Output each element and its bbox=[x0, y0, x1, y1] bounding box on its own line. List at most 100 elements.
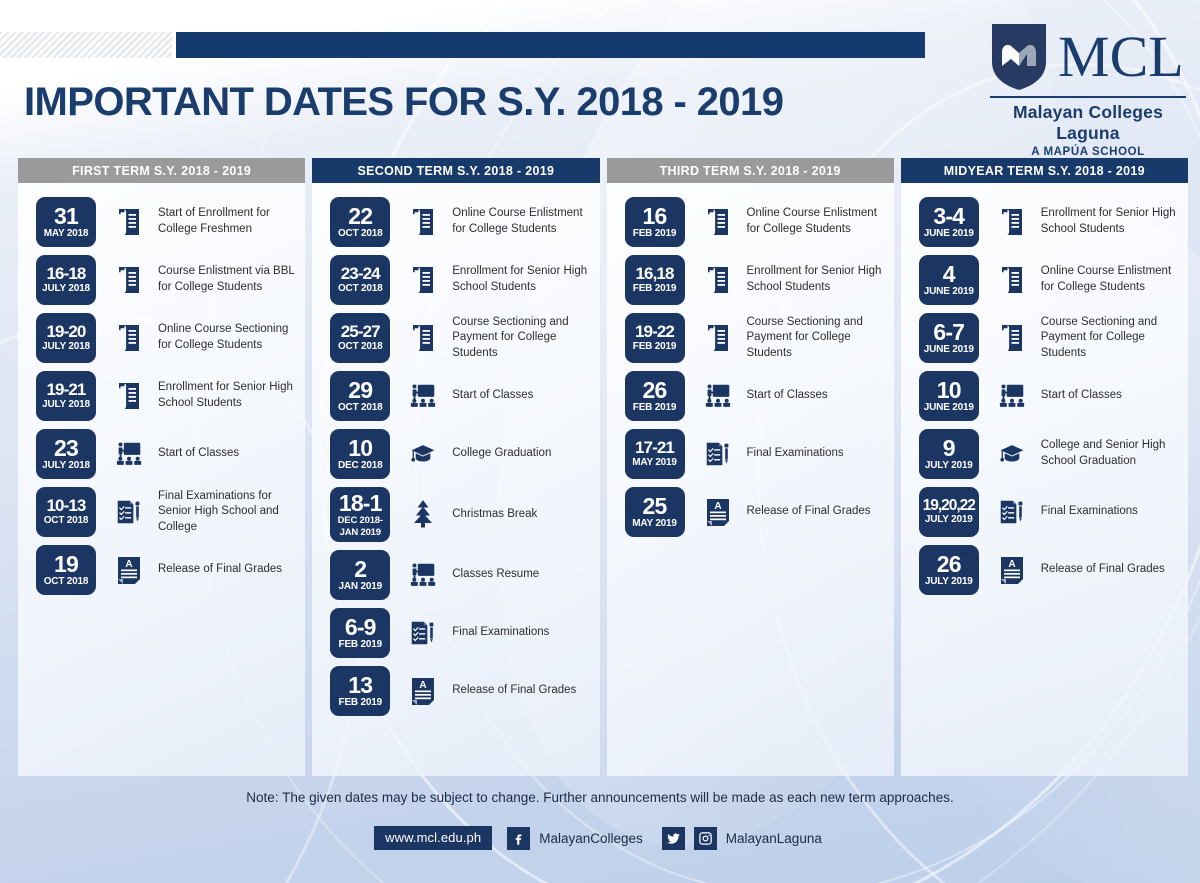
hatch-band bbox=[0, 32, 172, 58]
event-row: 19 OCT 2018 A Release of Final Grades bbox=[36, 545, 295, 595]
event-row: 23-24 OCT 2018 Enrollment for Senior High … bbox=[330, 255, 589, 305]
date-badge-month: FEB 2019 bbox=[632, 402, 677, 414]
date-badge: 16-18 JULY 2018 bbox=[36, 255, 96, 305]
event-row: 16,18 FEB 2019 Enrollment for Senior High … bbox=[624, 255, 884, 305]
date-badge-month: JUNE 2019 bbox=[923, 286, 974, 298]
date-badge: 19-21 JULY 2018 bbox=[36, 371, 96, 421]
date-badge: 26 JULY 2019 bbox=[918, 545, 979, 595]
event-row: 25 MAY 2019 A Release of Final Grades bbox=[624, 487, 884, 537]
event-row: 25-27 OCT 2018 Course Sectioning and Payme… bbox=[330, 313, 589, 363]
logo-divider bbox=[990, 96, 1186, 98]
scroll-icon bbox=[695, 207, 741, 237]
date-badge-day: 6-7 bbox=[933, 318, 965, 345]
twitter-icon[interactable] bbox=[661, 826, 685, 850]
term-column: FIRST TERM S.Y. 2018 - 2019 31 MAY 2018 Sta… bbox=[18, 158, 306, 776]
date-badge-month: JULY 2019 bbox=[924, 514, 973, 526]
event-description: Classes Resume bbox=[452, 568, 540, 581]
date-badge-month: JULY 2019 bbox=[924, 460, 973, 472]
event-description: Release of Final Grades bbox=[158, 563, 283, 576]
website-chip[interactable]: www.mcl.edu.ph bbox=[374, 826, 493, 850]
event-row: 29 OCT 2018 Start of Classes bbox=[330, 371, 589, 421]
event-description: Final Examinations bbox=[746, 447, 844, 460]
event-row: 9 JULY 2019 College and Senior High School… bbox=[918, 429, 1178, 479]
grades-icon: A bbox=[400, 676, 446, 706]
date-badge: 10 JUNE 2019 bbox=[918, 371, 979, 421]
tree-icon bbox=[400, 499, 446, 529]
date-badge-day: 10 bbox=[936, 376, 962, 403]
date-badge: 4 JUNE 2019 bbox=[918, 255, 979, 305]
term-column-header: SECOND TERM S.Y. 2018 - 2019 bbox=[312, 158, 600, 183]
date-badge-month: MAY 2019 bbox=[632, 456, 677, 468]
poster-canvas: MCL Malayan Colleges Laguna A MAPÚA SCHO… bbox=[0, 0, 1200, 883]
date-badge: 16 FEB 2019 bbox=[624, 197, 685, 247]
date-badge-day: 29 bbox=[348, 376, 373, 403]
graduation-icon bbox=[989, 439, 1035, 469]
date-badge-month: JULY 2018 bbox=[42, 398, 90, 410]
event-description: Start of Classes bbox=[158, 447, 240, 460]
instagram-icon[interactable] bbox=[693, 826, 717, 850]
grades-icon: A bbox=[695, 497, 741, 527]
date-badge-day: 19-22 bbox=[635, 322, 675, 342]
date-badge: 31 MAY 2018 bbox=[36, 197, 96, 247]
date-badge: 23 JULY 2018 bbox=[36, 429, 96, 479]
date-badge-day: 16-18 bbox=[46, 264, 87, 284]
date-badge-day: 26 bbox=[936, 550, 962, 577]
event-description: Enrollment for Senior High School Studen… bbox=[746, 265, 882, 293]
date-badge: 3-4 JUNE 2019 bbox=[918, 197, 979, 247]
date-badge-day: 31 bbox=[54, 202, 79, 229]
date-badge: 6-9 FEB 2019 bbox=[330, 607, 391, 658]
facebook-icon[interactable] bbox=[507, 826, 531, 850]
svg-text:A: A bbox=[420, 680, 427, 691]
social-bar: www.mcl.edu.ph MalayanColleges MalayanLa… bbox=[0, 826, 1200, 850]
event-row: 10 JUNE 2019 Start of Classes bbox=[918, 371, 1178, 421]
event-row: 17-21 MAY 2019 Final Examinations bbox=[624, 429, 884, 479]
event-description: Release of Final Grades bbox=[452, 684, 577, 697]
event-description: Online Course Sectioning for College Stu… bbox=[158, 323, 289, 351]
date-badge-day: 4 bbox=[942, 260, 956, 287]
term-column-header: THIRD TERM S.Y. 2018 - 2019 bbox=[606, 158, 894, 183]
event-description: Release of Final Grades bbox=[1040, 563, 1165, 576]
date-badge-month: JAN 2019 bbox=[338, 580, 383, 592]
event-description: Final Examinations bbox=[1040, 505, 1138, 518]
scroll-icon bbox=[695, 323, 741, 353]
scroll-icon bbox=[106, 265, 152, 295]
svg-text:A: A bbox=[125, 559, 132, 570]
date-badge-month: FEB 2019 bbox=[632, 282, 677, 294]
logo-wordmark: MCL bbox=[1058, 24, 1184, 90]
date-badge-month: JUNE 2019 bbox=[923, 344, 974, 356]
event-description: Enrollment for Senior High School Studen… bbox=[1040, 207, 1176, 235]
date-badge-day: 2 bbox=[354, 555, 367, 582]
navy-band bbox=[176, 32, 925, 58]
event-description: Online Course Enlistment for College Stu… bbox=[746, 207, 877, 235]
event-row: 19-22 FEB 2019 Course Sectioning and Payme… bbox=[624, 313, 884, 363]
event-row: 19-20 JULY 2018 Online Course Sectioning f… bbox=[36, 313, 295, 363]
event-row: 26 FEB 2019 Start of Classes bbox=[624, 371, 884, 421]
mcl-logo: MCL Malayan Colleges Laguna A MAPÚA SCHO… bbox=[990, 22, 1186, 158]
classroom-icon bbox=[106, 439, 152, 469]
date-badge: 17-21 MAY 2019 bbox=[624, 429, 685, 479]
date-badge-day: 23-24 bbox=[340, 264, 381, 284]
date-badge-day: 25-27 bbox=[340, 322, 381, 342]
date-badge-day: 22 bbox=[348, 202, 373, 229]
event-description: Final Examinations bbox=[452, 626, 550, 639]
date-badge: 18-1 DEC 2018- JAN 2019 bbox=[330, 487, 391, 542]
date-badge-day: 16,18 bbox=[635, 264, 674, 284]
date-badge: 22 OCT 2018 bbox=[330, 197, 391, 247]
event-description: Enrollment for Senior High School Studen… bbox=[452, 265, 588, 293]
event-row: 26 JULY 2019 A Release of Final Grades bbox=[918, 545, 1178, 595]
term-column: THIRD TERM S.Y. 2018 - 2019 16 FEB 2019 Onl… bbox=[606, 158, 894, 776]
date-badge: 2 JAN 2019 bbox=[330, 549, 391, 600]
event-description: Start of Classes bbox=[452, 389, 534, 402]
term-column: MIDYEAR TERM S.Y. 2018 - 2019 3-4 JUNE 201… bbox=[900, 158, 1188, 776]
event-description: Online Course Enlistment for College Stu… bbox=[452, 207, 583, 235]
date-badge: 19-22 FEB 2019 bbox=[624, 313, 685, 363]
date-badge-month: OCT 2018 bbox=[337, 228, 383, 240]
event-row: 16-18 JULY 2018 Course Enlistment via BBL … bbox=[36, 255, 295, 305]
date-badge-day: 19-21 bbox=[46, 380, 87, 400]
date-badge-month: JULY 2018 bbox=[42, 340, 90, 352]
date-badge: 29 OCT 2018 bbox=[330, 371, 391, 421]
graduation-icon bbox=[400, 439, 446, 469]
page-title: IMPORTANT DATES FOR S.Y. 2018 - 2019 bbox=[24, 80, 784, 124]
scroll-icon bbox=[989, 265, 1035, 295]
date-badge: 19,20,22 JULY 2019 bbox=[918, 487, 979, 537]
